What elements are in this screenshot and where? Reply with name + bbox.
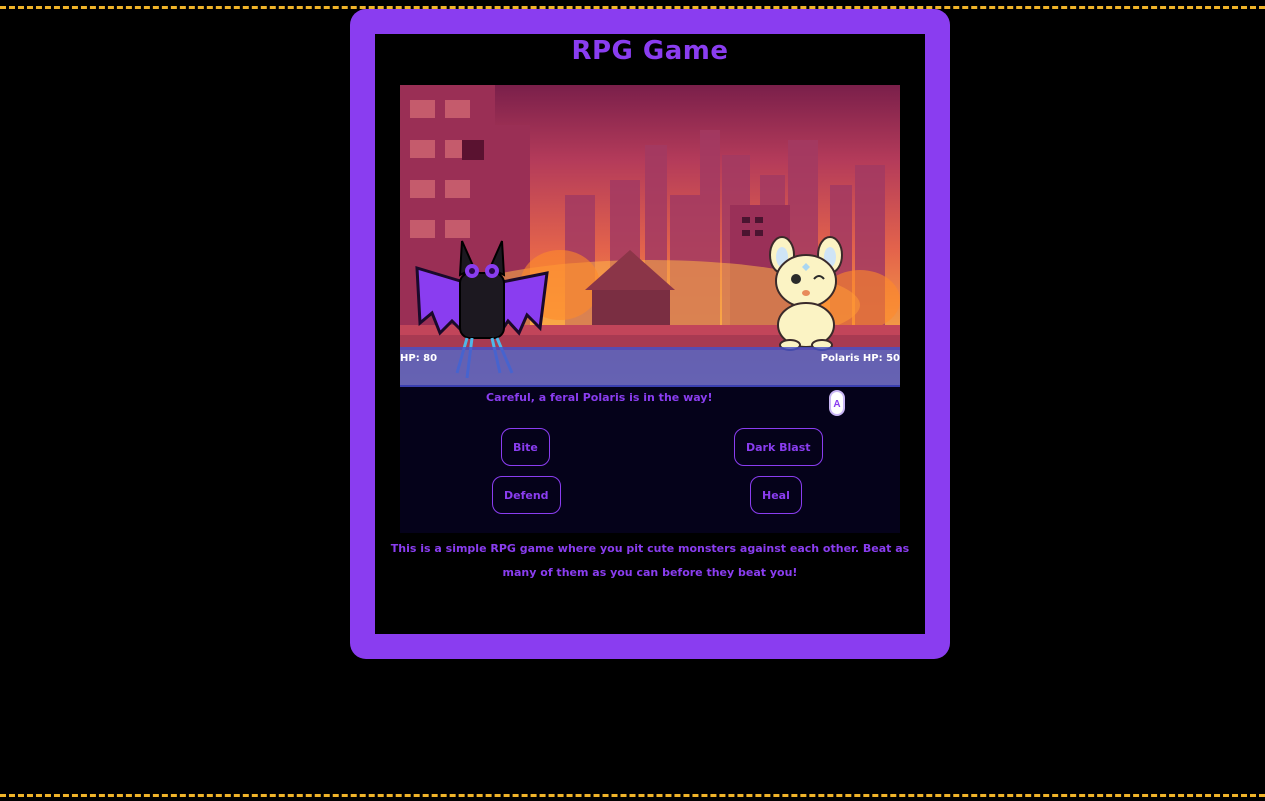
defend-button[interactable]: Defend xyxy=(492,476,561,514)
game-description: This is a simple RPG game where you pit … xyxy=(390,542,910,579)
game-frame: RPG Game HP: 80 Polaris HP: 50 Careful, … xyxy=(350,9,950,659)
cream-bunny-polaris-sprite xyxy=(769,236,843,351)
hp-bar: HP: 80 Polaris HP: 50 xyxy=(400,347,900,387)
game-container: RPG Game HP: 80 Polaris HP: 50 Careful, … xyxy=(375,34,925,634)
player-hp-label: HP: 80 xyxy=(400,353,438,364)
bite-button[interactable]: Bite xyxy=(501,428,550,466)
bottom-dashed-border xyxy=(0,794,1265,797)
heal-button[interactable]: Heal xyxy=(750,476,802,514)
advance-button[interactable]: A xyxy=(829,390,845,416)
enemy-hp-label: Polaris HP: 50 xyxy=(820,353,900,364)
battle-panel: Careful, a feral Polaris is in the way! … xyxy=(400,387,900,533)
battle-scene: HP: 80 Polaris HP: 50 xyxy=(400,85,900,387)
page-title: RPG Game xyxy=(571,36,729,66)
battle-message: Careful, a feral Polaris is in the way! xyxy=(486,391,713,404)
dark-blast-button[interactable]: Dark Blast xyxy=(734,428,823,466)
